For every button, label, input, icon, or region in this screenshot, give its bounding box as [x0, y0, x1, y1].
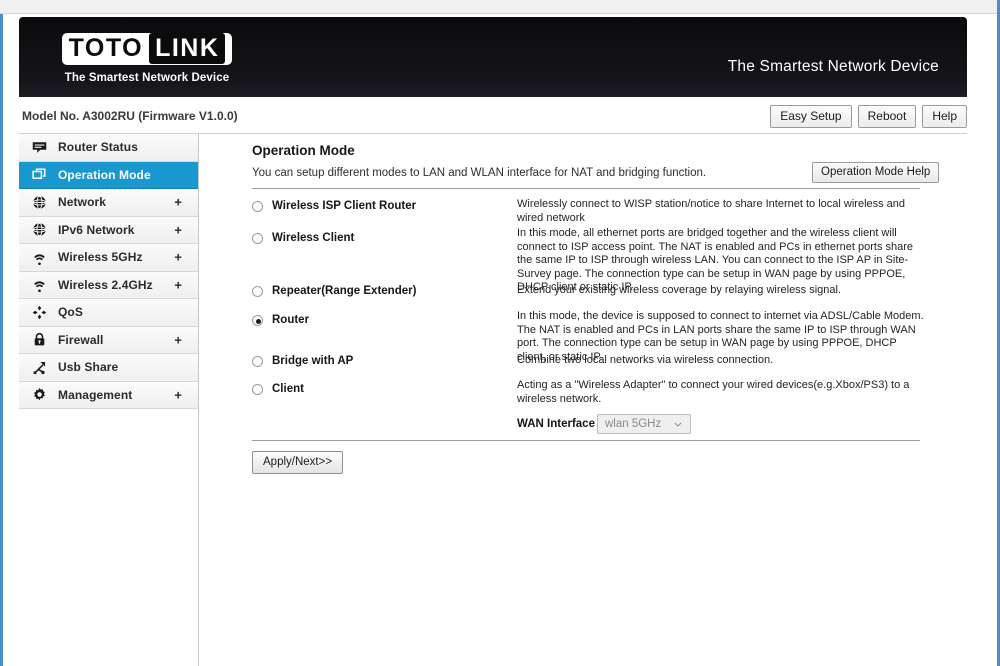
- operation-mode-choice[interactable]: Wireless Client: [252, 232, 354, 245]
- operation-mode-choice[interactable]: Client: [252, 383, 304, 396]
- sidebar-item-operation-mode[interactable]: Operation Mode: [19, 161, 198, 189]
- logo-tagline: The Smartest Network Device: [64, 72, 230, 84]
- wan-interface-value: wlan 5GHz: [605, 418, 662, 430]
- sidebar-item-label: Wireless 5GHz: [58, 250, 143, 265]
- operation-mode-label[interactable]: Router: [272, 314, 309, 327]
- sidebar-expand-icon[interactable]: +: [174, 195, 182, 210]
- sidebar-expand-icon[interactable]: +: [174, 332, 182, 347]
- model-bar: Model No. A3002RU (Firmware V1.0.0) Easy…: [19, 97, 967, 135]
- four-arrows-icon: [29, 303, 49, 321]
- operation-mode-description: Wirelessly connect to WISP station/notic…: [517, 198, 906, 224]
- sidebar-item-label: Management: [58, 387, 133, 402]
- router-admin-shell: TOTO LINK The Smartest Network Device The…: [3, 14, 997, 666]
- sidebar-item-label: Operation Mode: [58, 167, 151, 182]
- operation-mode-description: Acting as a "Wireless Adapter" to connec…: [517, 379, 910, 405]
- sidebar-item-wireless-5ghz[interactable]: Wireless 5GHz +: [19, 244, 198, 272]
- sidebar-item-qos[interactable]: QoS: [19, 299, 198, 327]
- wifi-icon: [29, 248, 49, 266]
- browser-page: TOTO LINK The Smartest Network Device The…: [0, 0, 1000, 666]
- radio-button[interactable]: [252, 384, 263, 395]
- site-header: TOTO LINK The Smartest Network Device The…: [19, 17, 967, 97]
- sidebar-expand-icon[interactable]: +: [174, 222, 182, 237]
- sidebar-item-management[interactable]: Management +: [19, 381, 198, 409]
- sidebar-item-label: Wireless 2.4GHz: [58, 277, 153, 292]
- operation-mode-description: Extend your existing wireless coverage b…: [517, 284, 842, 296]
- usb-icon: [29, 358, 49, 376]
- radio-button[interactable]: [252, 315, 263, 326]
- radio-button[interactable]: [252, 356, 263, 367]
- window-top-strip: [0, 0, 1000, 14]
- operation-mode-choice[interactable]: Repeater(Range Extender): [252, 285, 416, 298]
- globe-icon: [29, 193, 49, 211]
- brand-logo[interactable]: TOTO LINK The Smartest Network Device: [47, 33, 247, 84]
- sidebar-item-label: Firewall: [58, 332, 104, 347]
- padlock-icon: [29, 331, 49, 349]
- header-tagline: The Smartest Network Device: [727, 58, 939, 75]
- logo-toto-text: TOTO: [68, 34, 144, 62]
- operation-mode-choice[interactable]: Wireless ISP Client Router: [252, 200, 416, 213]
- apply-next-button[interactable]: Apply/Next>>: [252, 451, 344, 474]
- top-button-group: Easy Setup Reboot Help: [770, 105, 967, 128]
- sidebar-item-label: Usb Share: [58, 360, 119, 375]
- chevron-down-icon: [674, 422, 682, 427]
- sidebar-item-network[interactable]: Network +: [19, 189, 198, 217]
- sidebar-item-label: QoS: [58, 305, 83, 320]
- sidebar-item-firewall[interactable]: Firewall +: [19, 326, 198, 354]
- page-title: Operation Mode: [252, 143, 355, 158]
- operation-mode-label[interactable]: Repeater(Range Extender): [272, 285, 416, 298]
- gear-icon: [29, 386, 49, 404]
- sidebar-item-label: Router Status: [58, 140, 138, 155]
- sidebar-nav: Router Status Operation Mode Network + IP…: [19, 133, 199, 666]
- sidebar-item-router-status[interactable]: Router Status: [19, 134, 198, 162]
- main-content: Operation Mode You can setup different m…: [200, 133, 967, 666]
- sidebar-expand-icon[interactable]: +: [174, 387, 182, 402]
- operation-mode-label[interactable]: Wireless ISP Client Router: [272, 200, 416, 213]
- help-button[interactable]: Help: [922, 105, 967, 128]
- windows-stack-icon: [29, 166, 49, 184]
- sidebar-item-ipv6-network[interactable]: IPv6 Network +: [19, 216, 198, 244]
- reboot-button[interactable]: Reboot: [857, 105, 917, 128]
- operation-mode-help-button[interactable]: Operation Mode Help: [812, 162, 940, 183]
- content-divider-top: [252, 188, 920, 189]
- radio-button[interactable]: [252, 286, 263, 297]
- wifi-icon: [29, 276, 49, 294]
- sidebar-item-label: Network: [58, 195, 107, 210]
- wan-interface-select[interactable]: wlan 5GHz: [597, 414, 691, 434]
- model-number-label: Model No. A3002RU (Firmware V1.0.0): [22, 109, 238, 123]
- operation-mode-description: Combine two local networks via wireless …: [517, 354, 774, 366]
- logo-link-text: LINK: [149, 33, 226, 64]
- sidebar-expand-icon[interactable]: +: [174, 250, 182, 265]
- sidebar-item-usb-share[interactable]: Usb Share: [19, 354, 198, 382]
- operation-mode-label[interactable]: Bridge with AP: [272, 355, 353, 368]
- content-divider-bottom: [252, 440, 920, 441]
- operation-mode-choice[interactable]: Router: [252, 314, 309, 327]
- logo-badge: TOTO LINK: [61, 33, 233, 65]
- wan-interface-label: WAN Interface: [517, 418, 595, 430]
- operation-mode-choice[interactable]: Bridge with AP: [252, 355, 353, 368]
- sidebar-expand-icon[interactable]: +: [174, 277, 182, 292]
- page-subtitle: You can setup different modes to LAN and…: [252, 167, 707, 179]
- operation-mode-label[interactable]: Wireless Client: [272, 232, 354, 245]
- radio-button[interactable]: [252, 201, 263, 212]
- easy-setup-button[interactable]: Easy Setup: [770, 105, 852, 128]
- radio-button[interactable]: [252, 233, 263, 244]
- sidebar-item-label: IPv6 Network: [58, 222, 135, 237]
- operation-mode-label[interactable]: Client: [272, 383, 304, 396]
- speech-bubble-icon: [29, 138, 49, 156]
- globe-icon: [29, 221, 49, 239]
- sidebar-item-wireless-2-4ghz[interactable]: Wireless 2.4GHz +: [19, 271, 198, 299]
